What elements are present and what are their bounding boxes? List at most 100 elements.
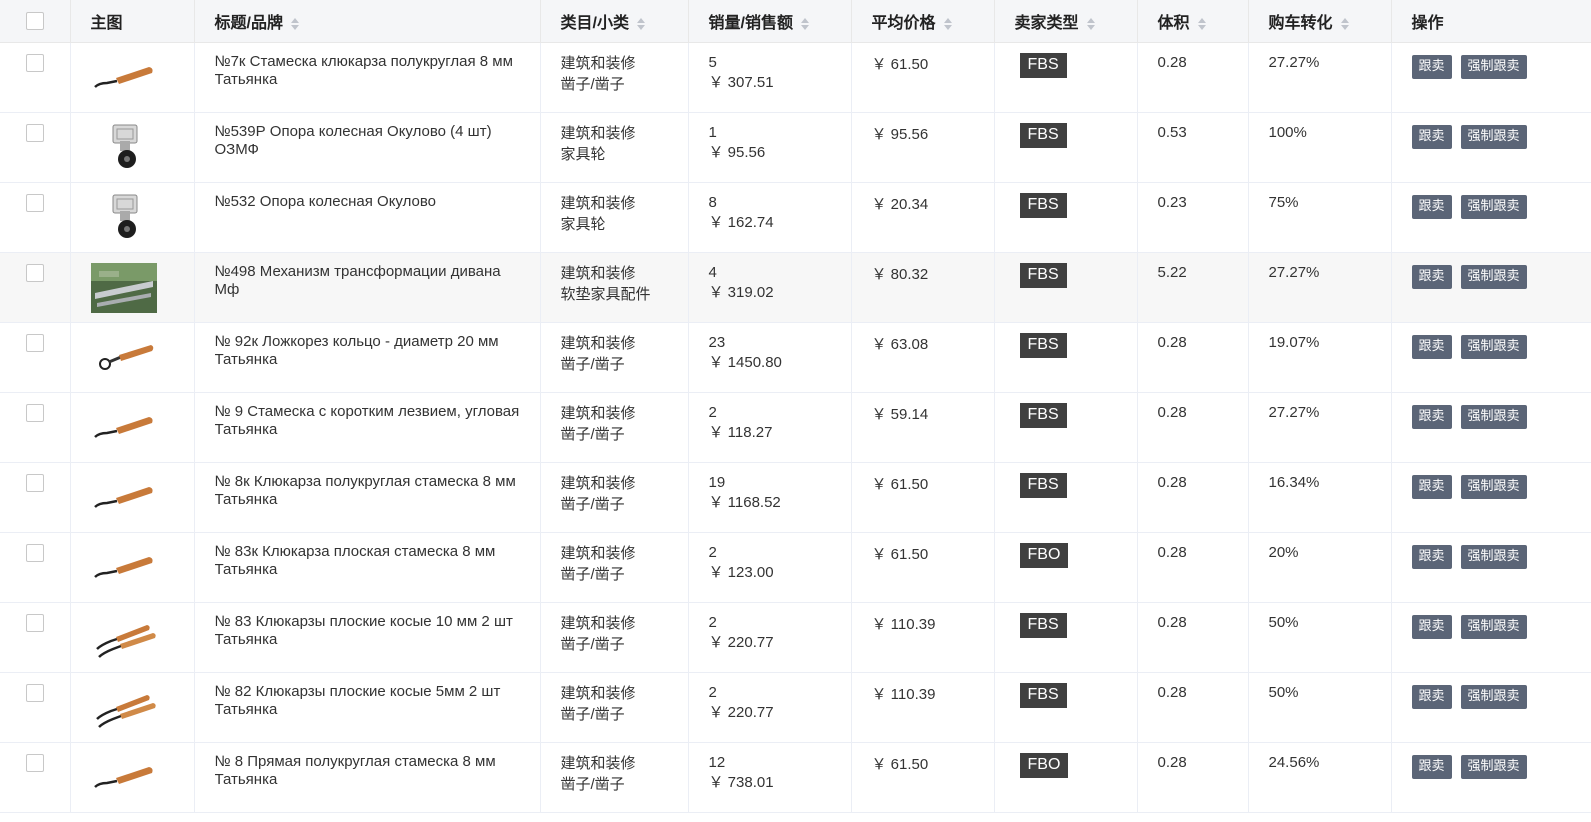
row-checkbox[interactable] [25,263,44,282]
column-header-label: 主图 [90,14,123,32]
column-header-title-brand[interactable]: 标题/品牌 [194,0,541,43]
seller-type-badge: FBS [1019,332,1067,358]
table-row[interactable]: № 8к Клюкарза полукруглая стамеска 8 мм Т… [0,462,1591,533]
caster-wheel-icon[interactable] [91,123,194,173]
row-checkbox[interactable] [25,123,44,142]
follow-sell-button[interactable]: 跟卖 [1411,474,1452,499]
product-title[interactable]: № 8к Клюкарза полукруглая стамеска 8 мм [215,473,520,491]
sales-quantity: 12 [708,753,726,771]
product-title[interactable]: №7к Стамеска клюкарза полукруглая 8 мм [215,53,520,71]
spoon-knife-icon[interactable] [91,333,194,383]
row-checkbox[interactable] [25,473,44,492]
row-checkbox[interactable] [25,193,44,212]
row-select-cell [0,392,71,463]
table-row[interactable]: №539Р Опора колесная Окулово (4 шт) ОЗМФ 建… [0,112,1591,183]
product-title[interactable]: № 8 Прямая полукруглая стамеска 8 мм [215,753,520,771]
category-cell: 建筑和装修 凿子/凿子 [540,672,689,743]
column-header-category[interactable]: 类目/小类 [540,0,689,43]
row-checkbox[interactable] [25,543,44,562]
force-follow-sell-button[interactable]: 强制跟卖 [1460,124,1527,149]
sort-caret-icon[interactable] [800,17,809,31]
sort-caret-icon[interactable] [943,17,952,31]
table-row[interactable]: № 83 Клюкарзы плоские косые 10 мм 2 шт Та… [0,602,1591,673]
table-row[interactable]: №532 Опора колесная Окулово 建筑和装修 家具轮 8 ￥ 16… [0,182,1591,253]
actions-cell: 跟卖 强制跟卖 [1391,602,1591,673]
force-follow-sell-button[interactable]: 强制跟卖 [1460,334,1527,359]
double-chisel-icon[interactable] [91,613,194,663]
column-header-cart-conversion[interactable]: 购车转化 [1248,0,1392,43]
conversion-value: 27.27% [1268,53,1320,71]
follow-sell-button[interactable]: 跟卖 [1411,614,1452,639]
product-title[interactable]: № 92к Ложкорез кольцо - диаметр 20 мм [215,333,520,351]
row-checkbox[interactable] [25,683,44,702]
row-checkbox[interactable] [25,403,44,422]
table-row[interactable]: №498 Механизм трансформации дивана Мф 建筑和装… [0,252,1591,323]
follow-sell-button[interactable]: 跟卖 [1411,684,1452,709]
follow-sell-button[interactable]: 跟卖 [1411,334,1452,359]
row-checkbox[interactable] [25,333,44,352]
avg-price: ￥ 59.14 [871,405,929,423]
select-all-checkbox[interactable] [25,11,44,30]
table-row[interactable]: № 8 Прямая полукруглая стамеска 8 мм Тать… [0,742,1591,813]
force-follow-sell-button[interactable]: 强制跟卖 [1460,684,1527,709]
force-follow-sell-button[interactable]: 强制跟卖 [1460,544,1527,569]
sales-quantity: 23 [708,333,726,351]
table-row[interactable]: № 82 Клюкарзы плоские косые 5мм 2 шт Тать… [0,672,1591,743]
sort-caret-icon[interactable] [1340,17,1349,31]
sort-caret-icon[interactable] [290,17,299,31]
title-brand-cell: № 92к Ложкорез кольцо - диаметр 20 мм Тат… [194,322,541,393]
force-follow-sell-button[interactable]: 强制跟卖 [1460,54,1527,79]
force-follow-sell-button[interactable]: 强制跟卖 [1460,264,1527,289]
product-title[interactable]: №539Р Опора колесная Окулово (4 шт) [215,123,520,141]
seller-type-badge: FBS [1019,612,1067,638]
chisel-icon[interactable] [91,53,194,103]
chisel-icon[interactable] [91,543,194,593]
table-row[interactable]: № 9 Стамеска с коротким лезвием, угловая… [0,392,1591,463]
follow-sell-button[interactable]: 跟卖 [1411,194,1452,219]
product-brand: ОЗМФ [214,140,259,158]
seller-type-badge: FBS [1019,52,1067,78]
follow-sell-button[interactable]: 跟卖 [1411,264,1452,289]
product-title[interactable]: №498 Механизм трансформации дивана [215,263,520,281]
conversion-cell: 27.27% [1248,42,1392,113]
row-select-cell [0,322,71,393]
product-title[interactable]: №532 Опора колесная Окулово [215,193,520,211]
chisel-icon[interactable] [91,473,194,523]
follow-sell-button[interactable]: 跟卖 [1411,544,1452,569]
conversion-cell: 50% [1248,672,1392,743]
chisel-icon[interactable] [91,753,194,803]
column-header-volume[interactable]: 体积 [1137,0,1249,43]
conversion-value: 50% [1268,683,1299,701]
product-title[interactable]: № 83к Клюкарза плоская стамеска 8 мм [215,543,520,561]
caster-wheel-icon[interactable] [91,193,194,243]
sofa-mechanism-photo[interactable] [90,262,194,313]
sort-caret-icon[interactable] [636,17,645,31]
product-title[interactable]: № 83 Клюкарзы плоские косые 10 мм 2 шт [215,613,520,631]
row-checkbox[interactable] [25,613,44,632]
follow-sell-button[interactable]: 跟卖 [1411,404,1452,429]
sort-caret-icon[interactable] [1197,17,1206,31]
force-follow-sell-button[interactable]: 强制跟卖 [1460,614,1527,639]
product-title[interactable]: № 9 Стамеска с коротким лезвием, угловая [215,403,520,421]
table-row[interactable]: № 92к Ложкорез кольцо - диаметр 20 мм Тат… [0,322,1591,393]
row-select-cell [0,182,71,253]
product-title[interactable]: № 82 Клюкарзы плоские косые 5мм 2 шт [215,683,520,701]
force-follow-sell-button[interactable]: 强制跟卖 [1460,404,1527,429]
sort-caret-icon[interactable] [1086,17,1095,31]
row-checkbox[interactable] [25,753,44,772]
force-follow-sell-button[interactable]: 强制跟卖 [1460,754,1527,779]
table-row[interactable]: № 83к Клюкарза плоская стамеска 8 мм Тать… [0,532,1591,603]
double-chisel-icon[interactable] [91,683,194,733]
row-checkbox[interactable] [25,53,44,72]
force-follow-sell-button[interactable]: 强制跟卖 [1460,194,1527,219]
follow-sell-button[interactable]: 跟卖 [1411,54,1452,79]
column-header-avg-price[interactable]: 平均价格 [851,0,995,43]
force-follow-sell-button[interactable]: 强制跟卖 [1460,474,1527,499]
chisel-icon[interactable] [91,403,194,453]
follow-sell-button[interactable]: 跟卖 [1411,124,1452,149]
column-header-sales[interactable]: 销量/销售额 [688,0,852,43]
sales-cell: 2 ￥ 220.77 [688,672,852,743]
follow-sell-button[interactable]: 跟卖 [1411,754,1452,779]
table-row[interactable]: №7к Стамеска клюкарза полукруглая 8 мм Та… [0,42,1591,113]
column-header-seller-type[interactable]: 卖家类型 [994,0,1138,43]
